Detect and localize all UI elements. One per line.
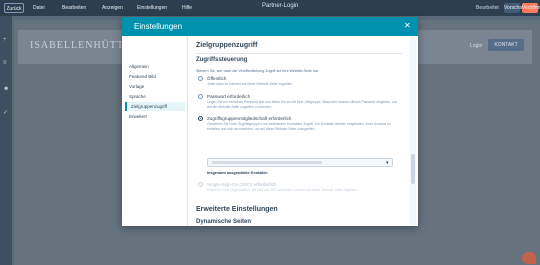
section-divider — [196, 53, 402, 54]
menu-settings[interactable]: Einstellungen — [137, 5, 167, 11]
option-access-group-desc: Gewähren Sie Ihren Zugriffsgruppen nur b… — [207, 122, 391, 131]
optimize-icon[interactable]: ✓ — [3, 110, 9, 116]
nav-item-featured-image[interactable]: Featured Bild — [125, 72, 185, 81]
option-sso-desc: Mitglieder Ihrer Organisation, die sich … — [207, 188, 359, 192]
site-login-link: Login — [470, 43, 483, 49]
preview-button[interactable]: Vorschau — [504, 3, 525, 13]
modal-title: Einstellungen — [134, 22, 183, 31]
access-intro-text: Steuern Sie, wer nach der Veröffentlichu… — [196, 69, 319, 73]
option-access-group-label[interactable]: Zugriffsgruppenmitgliedschaft erforderli… — [207, 116, 291, 121]
radio-public[interactable] — [198, 76, 203, 81]
editor-left-rail: + ≡ ☻ ✓ — [0, 16, 12, 265]
nav-item-general[interactable]: Allgemein — [125, 62, 185, 71]
site-logo: ISABELLENHÜTTE — [30, 40, 132, 51]
publish-button[interactable]: Veröffentlichen — [522, 3, 540, 13]
selected-contacts-count: (0) — [260, 171, 265, 175]
section-title: Zielgruppenzugriff — [196, 42, 258, 49]
chat-icon[interactable] — [522, 252, 536, 264]
option-password-label[interactable]: Passwort erforderlich — [207, 94, 250, 99]
access-group-select[interactable]: ▾ — [207, 158, 393, 167]
editor-topbar: Zurück Datei Bearbeiten Anzeigen Einstel… — [0, 0, 540, 16]
scrollbar-thumb[interactable] — [411, 154, 415, 184]
back-button[interactable]: Zurück — [4, 3, 24, 13]
menu-view[interactable]: Anzeigen — [102, 5, 123, 11]
close-icon[interactable]: ✕ — [404, 21, 411, 30]
option-password-desc: Legen Sie ein einzelnes Passwort fest un… — [207, 100, 397, 109]
contacts-icon[interactable]: ☻ — [3, 86, 9, 92]
site-contact-button: KONTAKT — [488, 39, 524, 51]
menu-edit[interactable]: Bearbeiten — [62, 5, 86, 11]
advanced-settings-title: Erweiterte Einstellungen — [196, 206, 278, 213]
option-public-label[interactable]: Öffentlich — [207, 76, 226, 81]
option-sso-label[interactable]: Single-Sign-On (SSO) erforderlich — [207, 182, 276, 187]
add-icon[interactable]: + — [3, 37, 9, 43]
nav-item-audience-access[interactable]: Zielgruppenzugriff — [125, 102, 185, 111]
menu-file[interactable]: Datei — [33, 5, 45, 11]
access-control-title: Zugriffssteuerung — [196, 57, 248, 63]
nav-item-template[interactable]: Vorlage — [125, 82, 185, 91]
settings-modal: Einstellungen ✕ Allgemein Featured Bild … — [122, 17, 418, 226]
edit-status: Bearbeitet — [476, 5, 499, 11]
settings-content: Zielgruppenzugriff Zugriffssteuerung Ste… — [188, 36, 410, 226]
menu-help[interactable]: Hilfe — [182, 5, 192, 11]
select-value-placeholder — [212, 161, 322, 164]
modal-header: Einstellungen ✕ — [122, 17, 418, 36]
page-title[interactable]: Partner-Login — [262, 3, 298, 9]
nav-item-advanced[interactable]: Erweitert — [125, 112, 185, 121]
radio-access-group[interactable] — [198, 116, 203, 121]
nav-item-language[interactable]: Sprache — [125, 92, 185, 101]
layers-icon[interactable]: ≡ — [3, 60, 9, 66]
radio-password[interactable] — [198, 94, 203, 99]
option-public-desc: Jeder kann im Internet auf diese Website… — [207, 82, 294, 86]
chevron-down-icon: ▾ — [386, 160, 389, 166]
settings-nav: Allgemein Featured Bild Vorlage Sprache … — [122, 36, 188, 226]
radio-sso[interactable] — [198, 182, 203, 187]
dynamic-pages-title: Dynamische Seiten — [196, 219, 252, 225]
content-scrollbar[interactable] — [410, 36, 416, 226]
